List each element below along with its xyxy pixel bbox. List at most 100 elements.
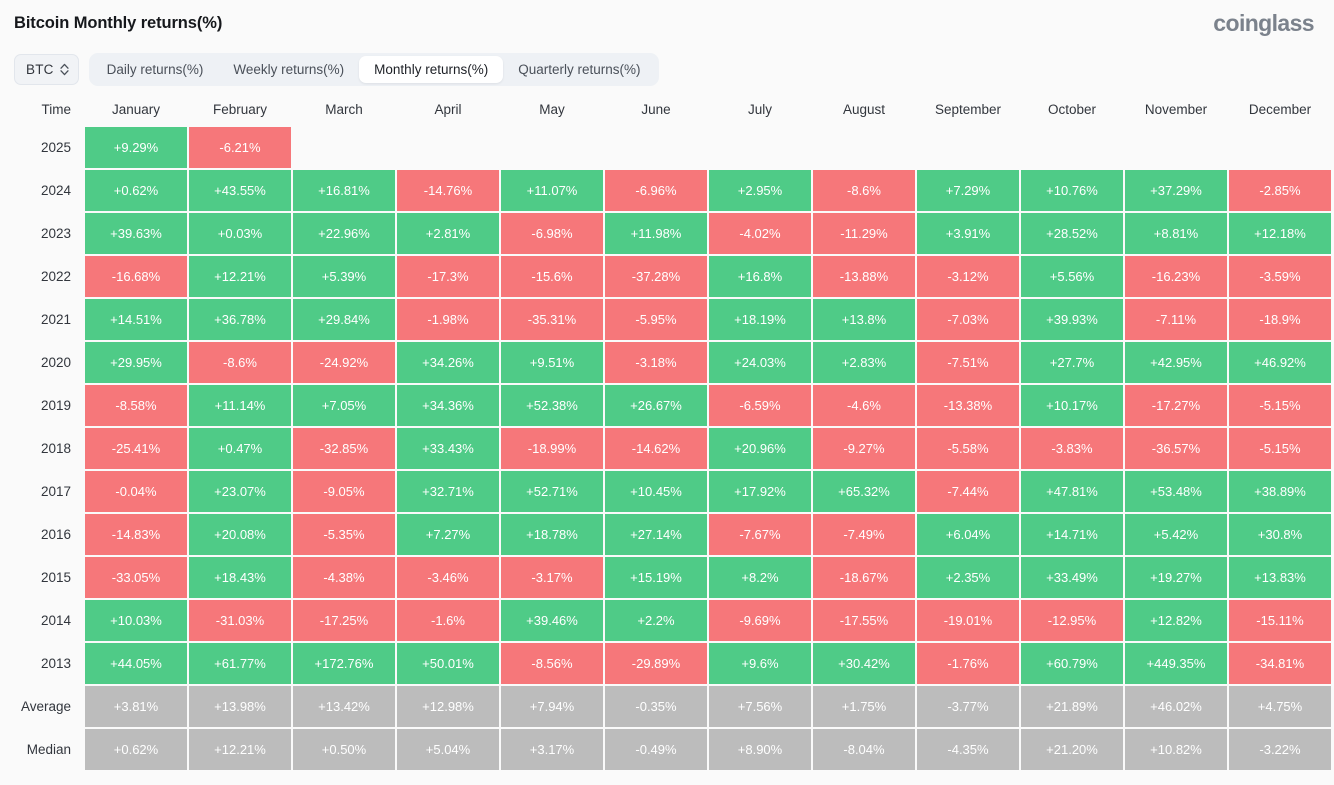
return-cell: -11.29% xyxy=(813,213,915,254)
return-cell xyxy=(501,127,603,168)
return-cell: -8.58% xyxy=(85,385,187,426)
column-header-month: August xyxy=(842,101,886,117)
return-cell: -17.55% xyxy=(813,600,915,641)
table-row: 2013 +44.05% +61.77% +172.76% +50.01% -8.56% -… xyxy=(0,642,1332,685)
return-cell: +30.8% xyxy=(1229,514,1331,555)
return-cell: +7.56% xyxy=(709,686,811,727)
return-cell: +0.62% xyxy=(85,170,187,211)
return-cell: +2.81% xyxy=(397,213,499,254)
return-cell: +12.21% xyxy=(189,729,291,770)
return-cell: -16.23% xyxy=(1125,256,1227,297)
return-cell: -6.96% xyxy=(605,170,707,211)
return-cell: +13.42% xyxy=(293,686,395,727)
column-header-time: Time xyxy=(41,101,72,117)
table-row: 2016 -14.83% +20.08% -5.35% +7.27% +18.78% +27… xyxy=(0,513,1332,556)
return-cell: +10.17% xyxy=(1021,385,1123,426)
return-cell: +10.03% xyxy=(85,600,187,641)
return-cell: -3.46% xyxy=(397,557,499,598)
column-header-month: February xyxy=(212,101,268,117)
column-header-month: November xyxy=(1144,101,1208,117)
return-cell: +2.35% xyxy=(917,557,1019,598)
return-cell: +10.82% xyxy=(1125,729,1227,770)
column-header-month: May xyxy=(539,101,565,117)
return-cell: -18.99% xyxy=(501,428,603,469)
return-cell: -8.6% xyxy=(189,342,291,383)
return-cell: +20.96% xyxy=(709,428,811,469)
return-cell: +8.81% xyxy=(1125,213,1227,254)
return-cell: +1.75% xyxy=(813,686,915,727)
row-label: 2024 xyxy=(40,183,71,198)
return-cell: +13.83% xyxy=(1229,557,1331,598)
return-cell: +5.56% xyxy=(1021,256,1123,297)
column-header-month: April xyxy=(434,101,462,117)
return-cell: +3.17% xyxy=(501,729,603,770)
return-cell: +7.29% xyxy=(917,170,1019,211)
row-label: 2022 xyxy=(40,269,71,284)
return-cell: +37.29% xyxy=(1125,170,1227,211)
return-cell: +12.82% xyxy=(1125,600,1227,641)
return-cell xyxy=(813,127,915,168)
return-cell xyxy=(1229,127,1331,168)
return-cell: +12.21% xyxy=(189,256,291,297)
return-cell: +7.27% xyxy=(397,514,499,555)
return-cell: +21.20% xyxy=(1021,729,1123,770)
row-label: 2020 xyxy=(40,355,71,370)
returns-period-tabs: Daily returns(%) Weekly returns(%) Month… xyxy=(88,52,659,86)
coinglass-logo: coinglass xyxy=(1213,9,1314,36)
return-cell: +14.71% xyxy=(1021,514,1123,555)
return-cell: +0.62% xyxy=(85,729,187,770)
return-cell: +33.43% xyxy=(397,428,499,469)
tab-monthly-returns[interactable]: Monthly returns(%) xyxy=(359,55,504,83)
table-row: 2022 -16.68% +12.21% +5.39% -17.3% -15.6% -37.… xyxy=(0,255,1332,298)
row-label: 2014 xyxy=(40,613,71,628)
table-row: 2015 -33.05% +18.43% -4.38% -3.46% -3.17% +15.… xyxy=(0,556,1332,599)
return-cell xyxy=(397,127,499,168)
return-cell: +21.89% xyxy=(1021,686,1123,727)
return-cell: +23.07% xyxy=(189,471,291,512)
row-label: 2021 xyxy=(40,312,71,327)
return-cell: +61.77% xyxy=(189,643,291,684)
monthly-returns-table: Time January February March April May June Jul… xyxy=(0,92,1334,771)
column-header-month: June xyxy=(641,101,671,117)
return-cell: +39.93% xyxy=(1021,299,1123,340)
table-row: 2020 +29.95% -8.6% -24.92% +34.26% +9.51% -3.1… xyxy=(0,341,1332,384)
row-label: Median xyxy=(26,742,71,757)
return-cell: +9.6% xyxy=(709,643,811,684)
return-cell: +3.91% xyxy=(917,213,1019,254)
return-cell: -8.56% xyxy=(501,643,603,684)
return-cell: -32.85% xyxy=(293,428,395,469)
return-cell: +16.81% xyxy=(293,170,395,211)
return-cell: -7.51% xyxy=(917,342,1019,383)
return-cell: -18.67% xyxy=(813,557,915,598)
symbol-select[interactable]: BTC xyxy=(14,53,79,85)
tab-daily-returns[interactable]: Daily returns(%) xyxy=(92,56,219,83)
return-cell: -6.59% xyxy=(709,385,811,426)
return-cell: -0.04% xyxy=(85,471,187,512)
table-row: 2017 -0.04% +23.07% -9.05% +32.71% +52.71% +10… xyxy=(0,470,1332,513)
return-cell: -7.11% xyxy=(1125,299,1227,340)
return-cell: -4.38% xyxy=(293,557,395,598)
tab-weekly-returns[interactable]: Weekly returns(%) xyxy=(218,56,359,83)
return-cell: +13.98% xyxy=(189,686,291,727)
return-cell: -0.35% xyxy=(605,686,707,727)
return-cell: -24.92% xyxy=(293,342,395,383)
page-header: Bitcoin Monthly returns(%) coinglass xyxy=(0,0,1334,46)
tab-quarterly-returns[interactable]: Quarterly returns(%) xyxy=(503,56,655,83)
return-cell: +4.75% xyxy=(1229,686,1331,727)
return-cell: +7.05% xyxy=(293,385,395,426)
return-cell: +18.43% xyxy=(189,557,291,598)
return-cell: +44.05% xyxy=(85,643,187,684)
return-cell: -5.15% xyxy=(1229,385,1331,426)
return-cell: +2.83% xyxy=(813,342,915,383)
table-row: Average +3.81% +13.98% +13.42% +12.98% +7.94%… xyxy=(0,685,1332,728)
return-cell: -17.27% xyxy=(1125,385,1227,426)
return-cell: +20.08% xyxy=(189,514,291,555)
return-cell: +11.14% xyxy=(189,385,291,426)
return-cell: +27.7% xyxy=(1021,342,1123,383)
return-cell: -8.6% xyxy=(813,170,915,211)
return-cell: +33.49% xyxy=(1021,557,1123,598)
page-title: Bitcoin Monthly returns(%) xyxy=(14,13,223,32)
return-cell: +7.94% xyxy=(501,686,603,727)
table-row: 2025 +9.29% -6.21% xyxy=(0,126,1332,169)
return-cell: +13.8% xyxy=(813,299,915,340)
